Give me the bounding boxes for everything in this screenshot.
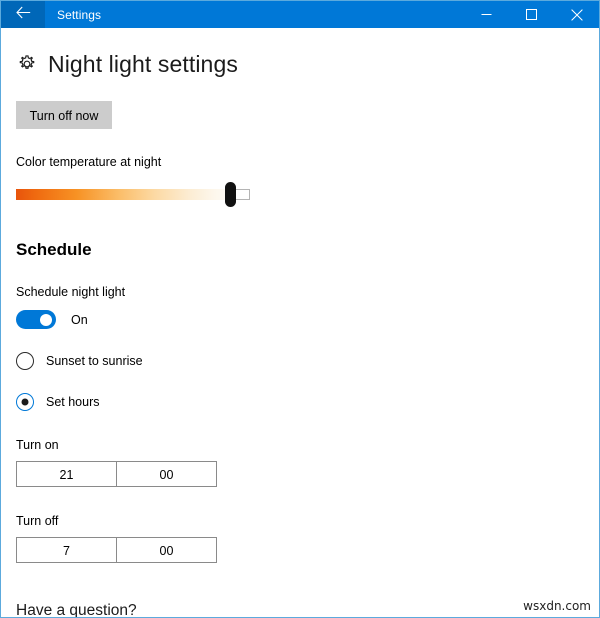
turn-on-time-group: 21 00 <box>16 461 217 487</box>
turn-on-hour-field[interactable]: 21 <box>16 461 117 487</box>
title-bar: Settings <box>1 1 599 28</box>
minimize-button[interactable] <box>464 1 509 28</box>
radio-button-checked-icon <box>16 393 34 411</box>
back-arrow-icon <box>15 6 31 24</box>
close-button[interactable] <box>554 1 599 28</box>
page-title: Night light settings <box>48 51 238 77</box>
minimize-icon <box>481 9 492 20</box>
toggle-knob <box>40 313 52 326</box>
turn-on-minute-field[interactable]: 00 <box>117 461 217 487</box>
radio-button-unchecked-icon <box>16 352 34 370</box>
turn-off-label: Turn off <box>16 514 59 528</box>
settings-content: Night light settings Turn off now Color … <box>1 47 599 618</box>
slider-thumb[interactable] <box>225 182 236 207</box>
schedule-heading: Schedule <box>16 240 92 259</box>
maximize-button[interactable] <box>509 1 554 28</box>
toggle-state-label: On <box>71 312 88 327</box>
turn-off-time-group: 7 00 <box>16 537 217 563</box>
schedule-night-light-toggle[interactable] <box>16 310 56 329</box>
slider-gradient-fill <box>16 189 232 200</box>
schedule-night-light-label: Schedule night light <box>16 285 126 299</box>
gear-icon <box>16 53 38 75</box>
window-controls <box>464 1 599 28</box>
watermark: wsxdn.com <box>523 599 591 613</box>
page-header: Night light settings <box>16 47 599 81</box>
settings-window: Settings Night light settings Turn off n… <box>0 0 600 618</box>
schedule-toggle-row: On <box>16 310 599 329</box>
radio-option-sunset-to-sunrise[interactable]: Sunset to sunrise <box>16 352 599 370</box>
color-temperature-slider[interactable] <box>16 182 250 207</box>
radio-label-set-hours: Set hours <box>46 395 100 409</box>
window-title: Settings <box>57 7 102 22</box>
radio-option-set-hours[interactable]: Set hours <box>16 393 599 411</box>
turn-off-minute-field[interactable]: 00 <box>117 537 217 563</box>
color-temperature-label: Color temperature at night <box>16 155 162 169</box>
close-icon <box>570 8 583 21</box>
titlebar-drag-area <box>101 1 464 28</box>
turn-on-label: Turn on <box>16 438 59 452</box>
back-button[interactable] <box>1 1 45 28</box>
help-heading: Have a question? <box>16 602 137 618</box>
turn-off-now-button[interactable]: Turn off now <box>16 101 112 129</box>
maximize-icon <box>526 9 537 20</box>
turn-off-hour-field[interactable]: 7 <box>16 537 117 563</box>
radio-label-sunset-to-sunrise: Sunset to sunrise <box>46 354 143 368</box>
